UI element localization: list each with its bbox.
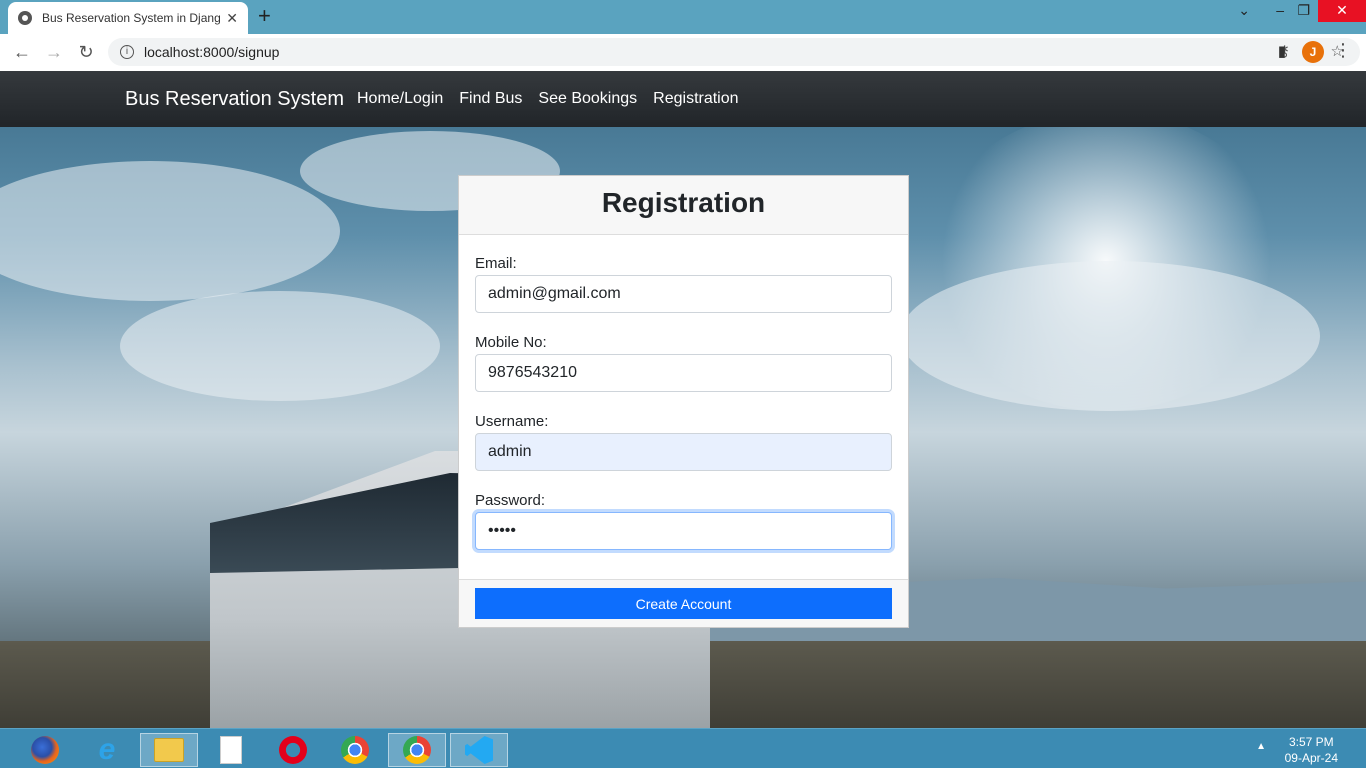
background-cloud (900, 261, 1320, 411)
browser-toolbar: ← → ↻ i localhost:8000/signup ⚷ ⇪ ☆ ▮ J … (0, 34, 1366, 71)
background-cloud (0, 161, 340, 301)
email-label: Email: (475, 255, 517, 272)
mobile-field[interactable] (475, 354, 892, 392)
vscode-icon[interactable] (450, 733, 508, 767)
ie-icon[interactable]: e (78, 733, 136, 767)
globe-icon (18, 11, 32, 25)
tab-search-icon[interactable]: ⌄ (1238, 2, 1250, 19)
restore-button[interactable]: ❐ (1297, 2, 1310, 19)
new-tab-button[interactable]: + (258, 5, 271, 27)
registration-card: Registration Email: Mobile No: Username:… (458, 175, 909, 628)
address-bar[interactable]: i localhost:8000/signup ⚷ ⇪ ☆ (108, 38, 1360, 66)
system-clock[interactable]: 3:57 PM 09-Apr-24 (1285, 734, 1338, 766)
email-field[interactable] (475, 275, 892, 313)
card-title: Registration (459, 176, 908, 235)
tab-title: Bus Reservation System in Djang (42, 11, 221, 25)
file-explorer-icon[interactable] (140, 733, 198, 767)
document-icon[interactable] (202, 733, 260, 767)
browser-tabstrip: Bus Reservation System in Djang ✕ + ⌄ – … (0, 0, 1366, 34)
mobile-label: Mobile No: (475, 334, 547, 351)
forward-arrow-icon[interactable]: → (38, 42, 70, 63)
reload-icon[interactable]: ↻ (70, 42, 102, 63)
nav-link-registration[interactable]: Registration (653, 90, 738, 108)
background-cloud (120, 291, 440, 401)
nav-link-home-login[interactable]: Home/Login (357, 90, 443, 108)
password-field[interactable] (475, 512, 892, 550)
nav-link-see-bookings[interactable]: See Bookings (538, 90, 637, 108)
tray-expand-icon[interactable]: ▲ (1256, 741, 1266, 752)
profile-avatar[interactable]: J (1302, 41, 1324, 63)
clock-date: 09-Apr-24 (1284, 751, 1338, 765)
close-window-button[interactable]: ✕ (1318, 0, 1366, 22)
clock-time: 3:57 PM (1288, 735, 1334, 749)
os-taskbar: e ▲ 3:57 PM 09-Apr-24 (0, 728, 1366, 768)
nav-link-find-bus[interactable]: Find Bus (459, 90, 522, 108)
minimize-button[interactable]: – (1276, 2, 1284, 18)
browser-tab[interactable]: Bus Reservation System in Djang ✕ (8, 2, 248, 34)
back-arrow-icon[interactable]: ← (6, 42, 38, 63)
username-field[interactable] (475, 433, 892, 471)
password-label: Password: (475, 492, 546, 509)
firefox-icon[interactable] (16, 733, 74, 767)
page-viewport: Bus Reservation System Home/Login Find B… (0, 71, 1366, 728)
tab-close-icon[interactable]: ✕ (226, 10, 238, 27)
chrome-icon[interactable] (326, 733, 384, 767)
navbar-links: Home/Login Find Bus See Bookings Registr… (357, 90, 739, 108)
username-label: Username: (475, 413, 549, 430)
site-navbar: Bus Reservation System Home/Login Find B… (0, 71, 1366, 127)
opera-icon[interactable] (264, 733, 322, 767)
side-panel-icon[interactable]: ▮ (1278, 42, 1286, 60)
url-text: localhost:8000/signup (144, 44, 280, 60)
registration-form: Email: Mobile No: Username: Password: (459, 235, 908, 550)
navbar-brand[interactable]: Bus Reservation System (125, 88, 344, 111)
card-footer: Create Account (459, 579, 908, 627)
site-info-icon[interactable]: i (120, 45, 134, 59)
create-account-button[interactable]: Create Account (475, 588, 892, 619)
menu-kebab-icon[interactable]: ⋮ (1334, 40, 1352, 61)
chrome-active-icon[interactable] (388, 733, 446, 767)
